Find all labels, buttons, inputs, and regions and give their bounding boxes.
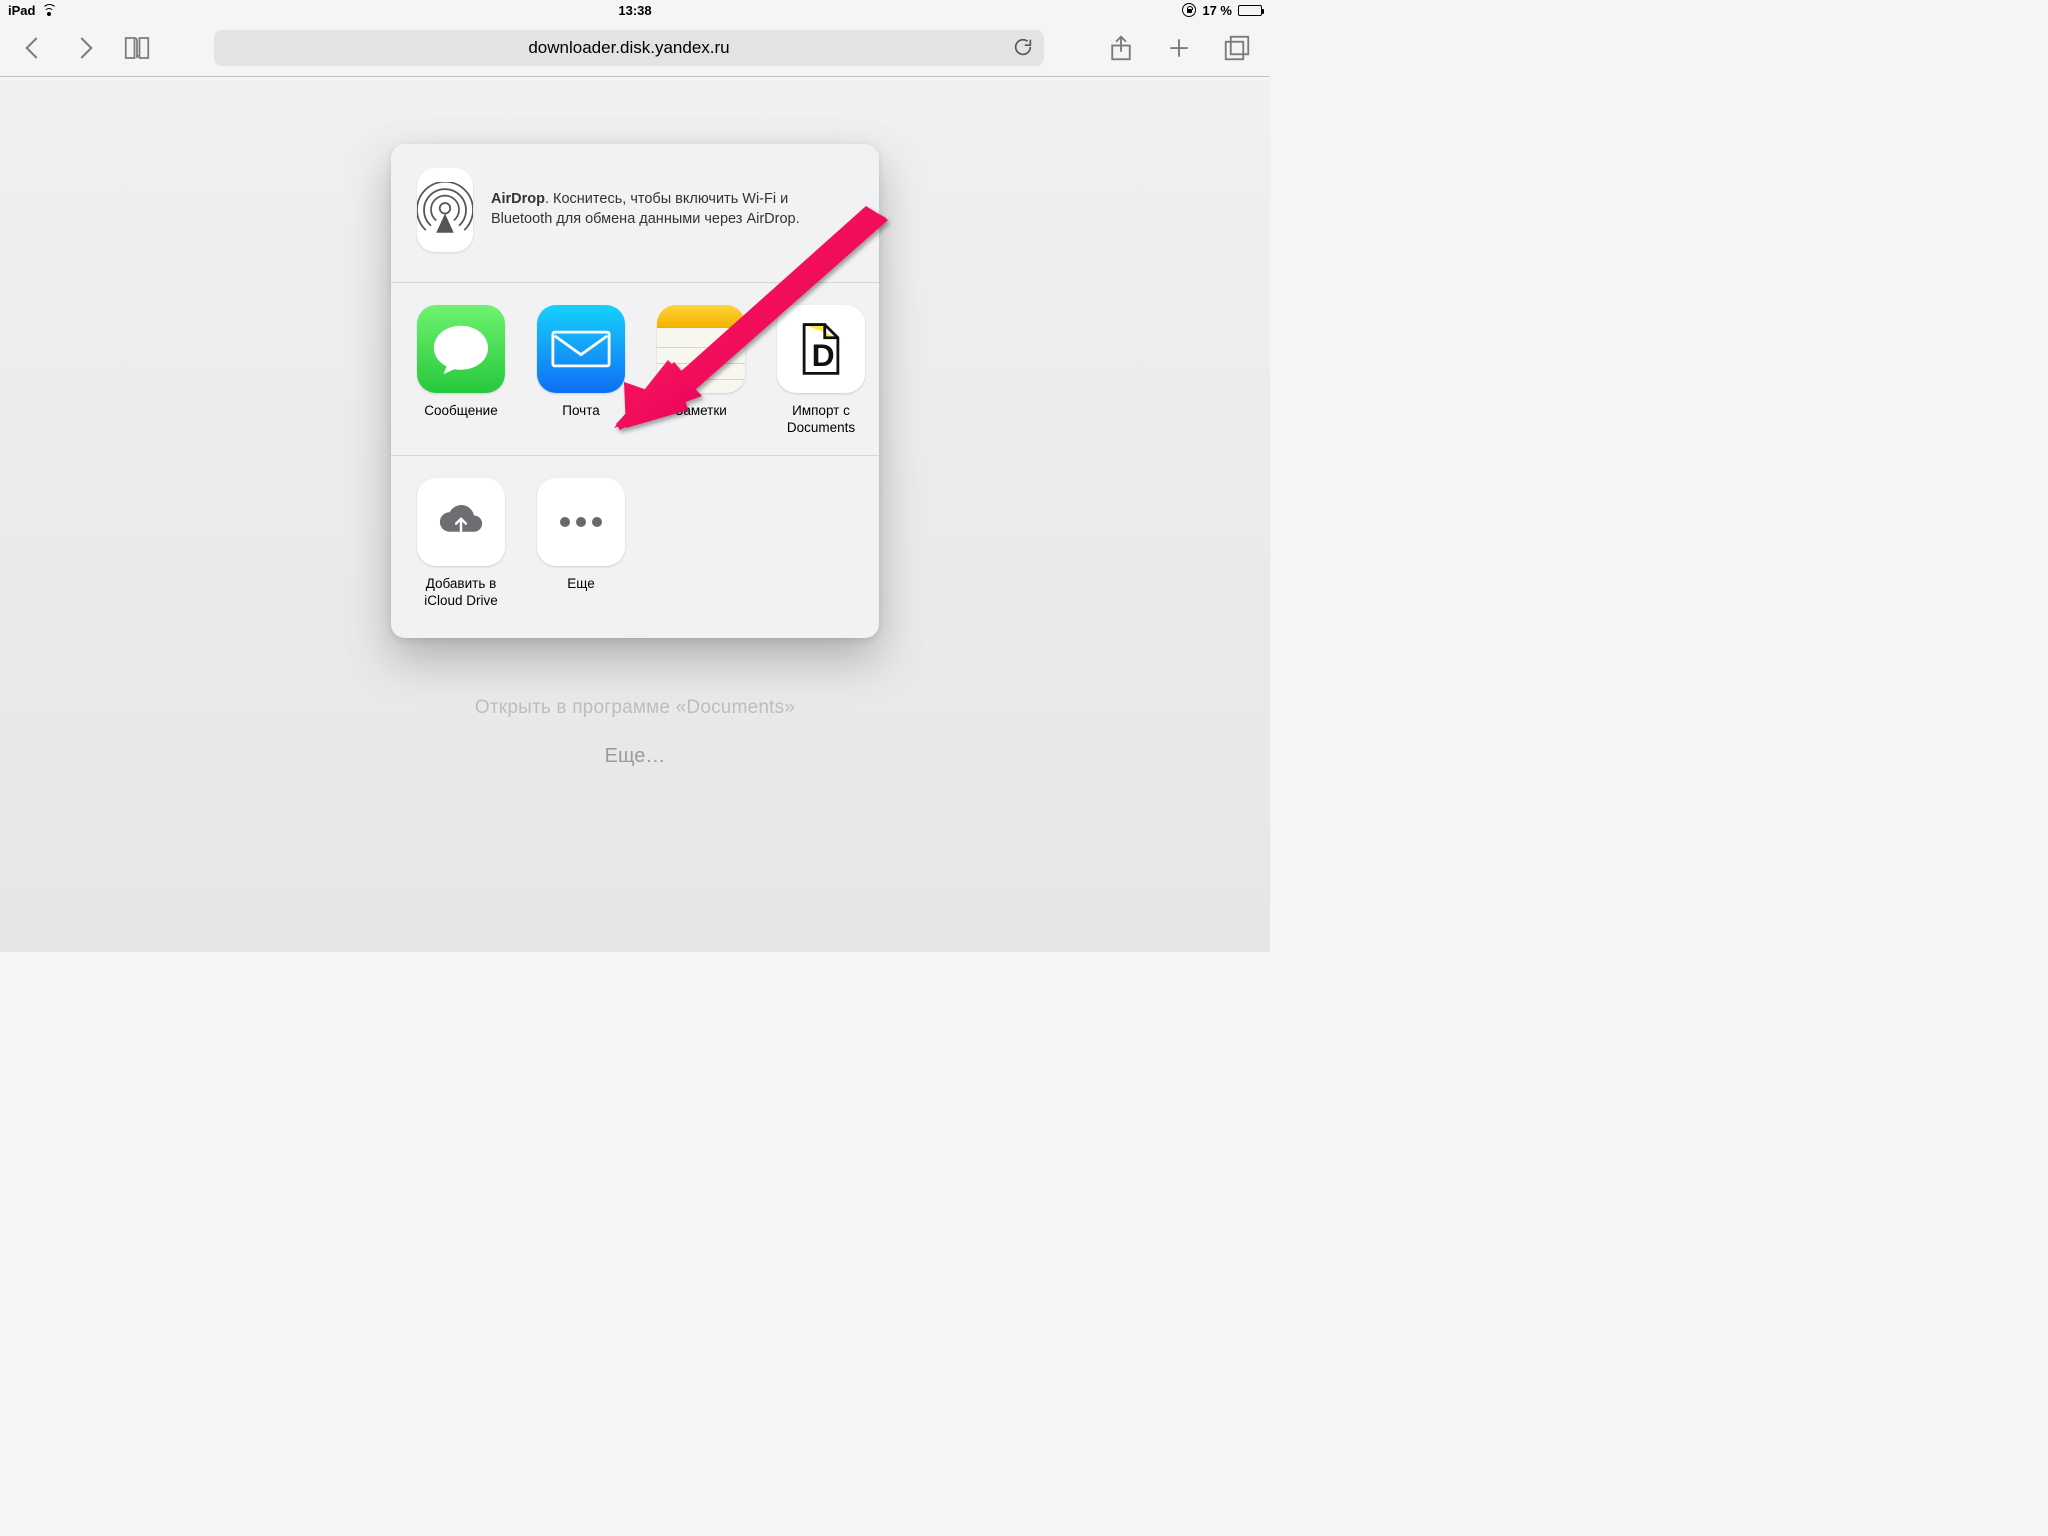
airdrop-title: AirDrop	[491, 191, 545, 207]
share-apps-row[interactable]: Сообщение Почта Заметки	[391, 283, 879, 456]
actions-row[interactable]: Добавить в iCloud Drive Еще	[391, 456, 879, 638]
share-item-label: Заметки	[654, 403, 748, 420]
documents-icon: D	[777, 305, 865, 393]
icloud-drive-icon	[417, 478, 505, 566]
back-button[interactable]	[18, 33, 48, 63]
share-item-label: Импорт с Documents	[774, 403, 868, 437]
share-item-mail[interactable]: Почта	[534, 305, 628, 437]
orientation-lock-icon	[1182, 3, 1196, 17]
airdrop-icon	[417, 168, 473, 252]
share-item-documents[interactable]: D Импорт с Documents	[774, 305, 868, 437]
clock: 13:38	[618, 3, 651, 18]
more-icon	[537, 478, 625, 566]
forward-button[interactable]	[70, 33, 100, 63]
url-text: downloader.disk.yandex.ru	[528, 38, 729, 58]
action-item-icloud[interactable]: Добавить в iCloud Drive	[414, 478, 508, 610]
airdrop-text: AirDrop. Коснитесь, чтобы включить Wi-Fi…	[491, 190, 853, 229]
page-content: Открыть в программе «Documents» Еще… Air…	[0, 80, 1270, 952]
battery-percent: 17 %	[1202, 3, 1232, 18]
device-label: iPad	[8, 3, 35, 18]
share-item-label: Почта	[534, 403, 628, 420]
action-item-label: Еще	[534, 576, 628, 593]
address-bar[interactable]: downloader.disk.yandex.ru	[214, 30, 1044, 66]
notes-icon	[657, 305, 745, 393]
svg-text:D: D	[812, 337, 835, 373]
reload-button[interactable]	[1012, 36, 1034, 58]
popover-tip	[623, 637, 647, 638]
status-bar: iPad 13:38 17 %	[0, 0, 1270, 20]
share-item-label: Сообщение	[414, 403, 508, 420]
action-item-label: Добавить в iCloud Drive	[414, 576, 508, 610]
action-item-more[interactable]: Еще	[534, 478, 628, 610]
share-item-messages[interactable]: Сообщение	[414, 305, 508, 437]
share-button[interactable]	[1106, 33, 1136, 63]
wifi-icon	[41, 4, 57, 16]
browser-toolbar: downloader.disk.yandex.ru	[0, 20, 1270, 77]
tabs-button[interactable]	[1222, 33, 1252, 63]
background-page-text: Открыть в программе «Documents» Еще…	[475, 688, 795, 776]
bookmarks-button[interactable]	[122, 33, 152, 63]
new-tab-button[interactable]	[1164, 33, 1194, 63]
messages-icon	[417, 305, 505, 393]
share-item-notes[interactable]: Заметки	[654, 305, 748, 437]
open-in-label: Открыть в программе «Documents»	[475, 688, 795, 728]
more-link[interactable]: Еще…	[475, 736, 795, 776]
mail-icon	[537, 305, 625, 393]
airdrop-section[interactable]: AirDrop. Коснитесь, чтобы включить Wi-Fi…	[391, 144, 879, 283]
share-sheet: AirDrop. Коснитесь, чтобы включить Wi-Fi…	[391, 144, 879, 638]
battery-icon	[1238, 5, 1262, 16]
